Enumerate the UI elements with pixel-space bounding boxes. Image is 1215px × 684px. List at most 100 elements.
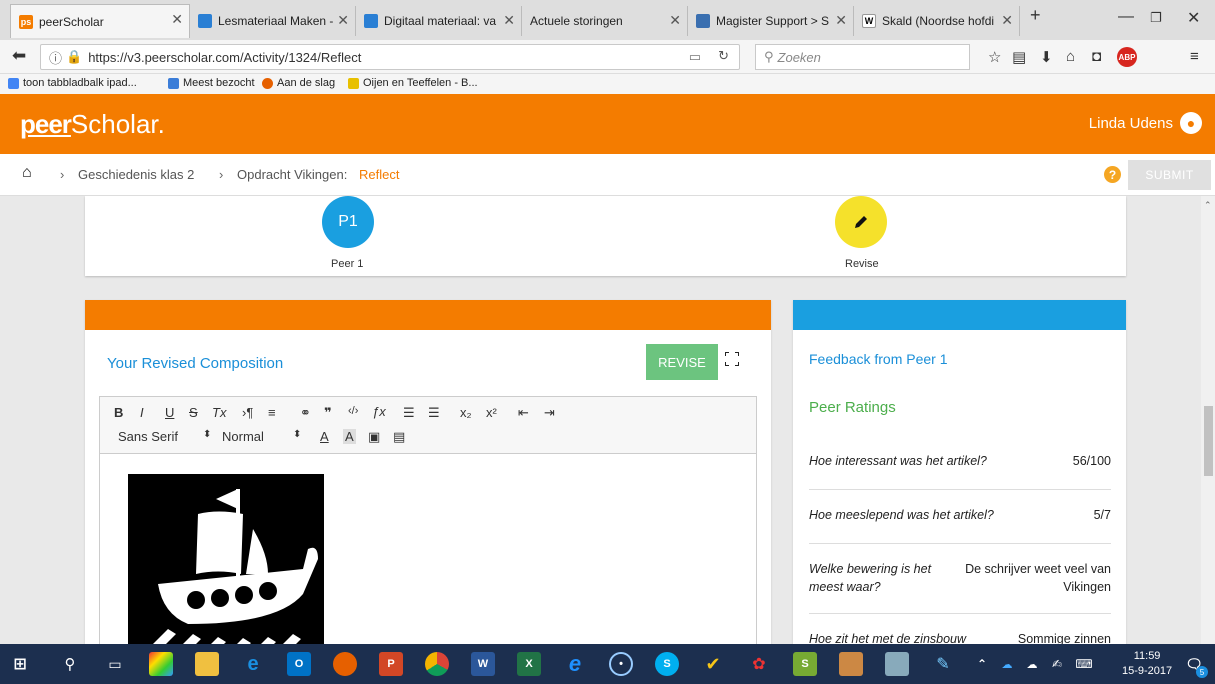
onedrive-personal-icon[interactable]: ☁: [1020, 652, 1044, 676]
chevron-up-icon[interactable]: ⌃: [970, 652, 994, 676]
font-size-select[interactable]: Normal: [222, 429, 264, 444]
help-icon[interactable]: ?: [1104, 166, 1121, 183]
media-app-icon[interactable]: •: [609, 652, 633, 676]
tab-skald[interactable]: W Skald (Noordse hofdi ✕: [854, 6, 1020, 36]
edge-browser-icon[interactable]: e: [241, 652, 265, 676]
close-tab-icon[interactable]: ✕: [503, 12, 515, 29]
back-arrow-icon[interactable]: ⬅: [12, 46, 26, 66]
font-family-select[interactable]: Sans Serif: [118, 429, 178, 444]
fullscreen-expand-icon[interactable]: [725, 352, 739, 366]
restore-icon[interactable]: ❐: [1150, 10, 1162, 26]
close-tab-icon[interactable]: ✕: [337, 12, 349, 29]
search-icon[interactable]: ⚲: [58, 652, 82, 676]
excel-icon[interactable]: X: [517, 652, 541, 676]
skype-icon[interactable]: S: [655, 652, 679, 676]
chrome-icon[interactable]: [425, 652, 449, 676]
blockquote-button[interactable]: ❞: [324, 405, 332, 421]
image-icon[interactable]: ▣: [368, 429, 380, 445]
paragraph-direction-button[interactable]: ›¶: [242, 405, 253, 420]
firefox-icon[interactable]: [333, 652, 357, 676]
superscript-button[interactable]: x²: [486, 405, 497, 420]
video-icon[interactable]: ▤: [393, 429, 405, 445]
scroll-up-icon[interactable]: ⌃: [1204, 200, 1212, 211]
step-peer1-badge[interactable]: P1: [322, 196, 374, 248]
tab-lesmateriaal[interactable]: Lesmateriaal Maken - ✕: [190, 6, 356, 36]
tab-digitaal-materiaal[interactable]: Digitaal materiaal: va ✕: [356, 6, 522, 36]
background-color-button[interactable]: A: [343, 429, 356, 444]
url-bar[interactable]: ⓘ 🔒 https://v3.peerscholar.com/Activity/…: [40, 44, 740, 70]
clear-format-button[interactable]: Tx: [212, 405, 226, 420]
underline-button[interactable]: U: [165, 405, 174, 420]
bookmark-star-icon[interactable]: ☆: [988, 48, 1001, 66]
search-input[interactable]: ⚲ Zoeken: [755, 44, 970, 70]
paint-app-icon[interactable]: [149, 652, 173, 676]
outdent-button[interactable]: ⇤: [518, 405, 529, 421]
reload-icon[interactable]: ↻: [718, 48, 729, 64]
file-explorer-icon[interactable]: [195, 652, 219, 676]
strikethrough-button[interactable]: S: [189, 405, 198, 420]
keyboard-icon[interactable]: ⌨: [1072, 652, 1096, 676]
reader-view-icon[interactable]: ▭: [689, 49, 701, 65]
tab-peerscholar[interactable]: ps peerScholar ✕: [10, 4, 190, 38]
app-icon[interactable]: [885, 652, 909, 676]
ordered-list-button[interactable]: ☰: [403, 405, 415, 421]
submit-button[interactable]: SUBMIT: [1128, 160, 1211, 190]
italic-button[interactable]: I: [140, 405, 144, 420]
subscript-button[interactable]: x₂: [460, 405, 472, 420]
internet-explorer-icon[interactable]: e: [563, 651, 587, 676]
system-clock[interactable]: 11:59 15-9-2017: [1122, 649, 1172, 679]
composition-editor[interactable]: [99, 454, 757, 644]
close-tab-icon[interactable]: ✕: [171, 11, 183, 28]
user-account-icon[interactable]: ●: [1180, 112, 1202, 134]
revise-button[interactable]: REVISE: [646, 344, 718, 380]
home-icon[interactable]: ⌂: [22, 164, 32, 182]
close-tab-icon[interactable]: ✕: [835, 12, 847, 29]
task-view-icon[interactable]: ▭: [103, 652, 127, 676]
bookmark-item[interactable]: Oijen en Teeffelen - B...: [348, 77, 478, 89]
tab-actuele-storingen[interactable]: Actuele storingen ✕: [522, 6, 688, 36]
paint-tool-icon[interactable]: ✿: [747, 652, 771, 676]
bookmark-item[interactable]: Aan de slag: [262, 77, 335, 89]
onedrive-icon[interactable]: ☁: [995, 652, 1019, 676]
adblock-plus-icon[interactable]: ABP: [1117, 47, 1137, 67]
scrollbar-thumb[interactable]: [1204, 406, 1213, 476]
peerscholar-logo[interactable]: peerScholar.: [20, 109, 165, 140]
pen-app-icon[interactable]: ✎: [931, 652, 955, 676]
bold-button[interactable]: B: [114, 405, 123, 420]
pocket-icon[interactable]: ◘: [1092, 48, 1101, 65]
breadcrumb-assignment[interactable]: Opdracht Vikingen:: [237, 167, 347, 182]
close-window-icon[interactable]: ✕: [1187, 8, 1200, 28]
home-button-icon[interactable]: ⌂: [1066, 48, 1075, 65]
magister-favicon-icon: [696, 14, 710, 28]
word-icon[interactable]: W: [471, 652, 495, 676]
new-tab-button[interactable]: +: [1030, 5, 1041, 26]
text-color-button[interactable]: A: [320, 429, 329, 444]
sway-icon[interactable]: S: [793, 652, 817, 676]
link-icon[interactable]: ⚭: [300, 405, 311, 421]
code-button[interactable]: ‹/›: [348, 405, 358, 417]
align-button[interactable]: ≡: [268, 405, 276, 420]
info-icon[interactable]: ⓘ: [49, 48, 62, 67]
downloads-icon[interactable]: ⬇: [1040, 48, 1053, 66]
bullet-list-button[interactable]: ☰: [428, 405, 440, 421]
bookmark-item[interactable]: toon tabbladbalk ipad...: [8, 77, 137, 89]
bookmark-item[interactable]: Meest bezocht: [168, 77, 255, 89]
page-scrollbar[interactable]: ⌃: [1201, 196, 1215, 644]
indent-button[interactable]: ⇥: [544, 405, 555, 421]
minimize-icon[interactable]: —: [1118, 8, 1134, 26]
outlook-icon[interactable]: O: [287, 652, 311, 676]
formula-button[interactable]: ƒx: [372, 404, 386, 419]
user-name[interactable]: Linda Udens: [1089, 115, 1173, 132]
windows-start-icon[interactable]: ⊞: [8, 652, 32, 676]
menu-hamburger-icon[interactable]: ≡: [1190, 48, 1199, 65]
tab-magister-support[interactable]: Magister Support > S ✕: [688, 6, 854, 36]
step-revise-badge[interactable]: [835, 196, 887, 248]
checkmark-app-icon[interactable]: ✔: [701, 652, 725, 676]
breadcrumb-course[interactable]: Geschiedenis klas 2: [78, 167, 194, 182]
close-tab-icon[interactable]: ✕: [1001, 12, 1013, 29]
app-icon[interactable]: [839, 652, 863, 676]
reading-list-icon[interactable]: ▤: [1012, 48, 1026, 66]
close-tab-icon[interactable]: ✕: [669, 12, 681, 29]
pen-icon[interactable]: ✍: [1045, 652, 1069, 676]
powerpoint-icon[interactable]: P: [379, 652, 403, 676]
